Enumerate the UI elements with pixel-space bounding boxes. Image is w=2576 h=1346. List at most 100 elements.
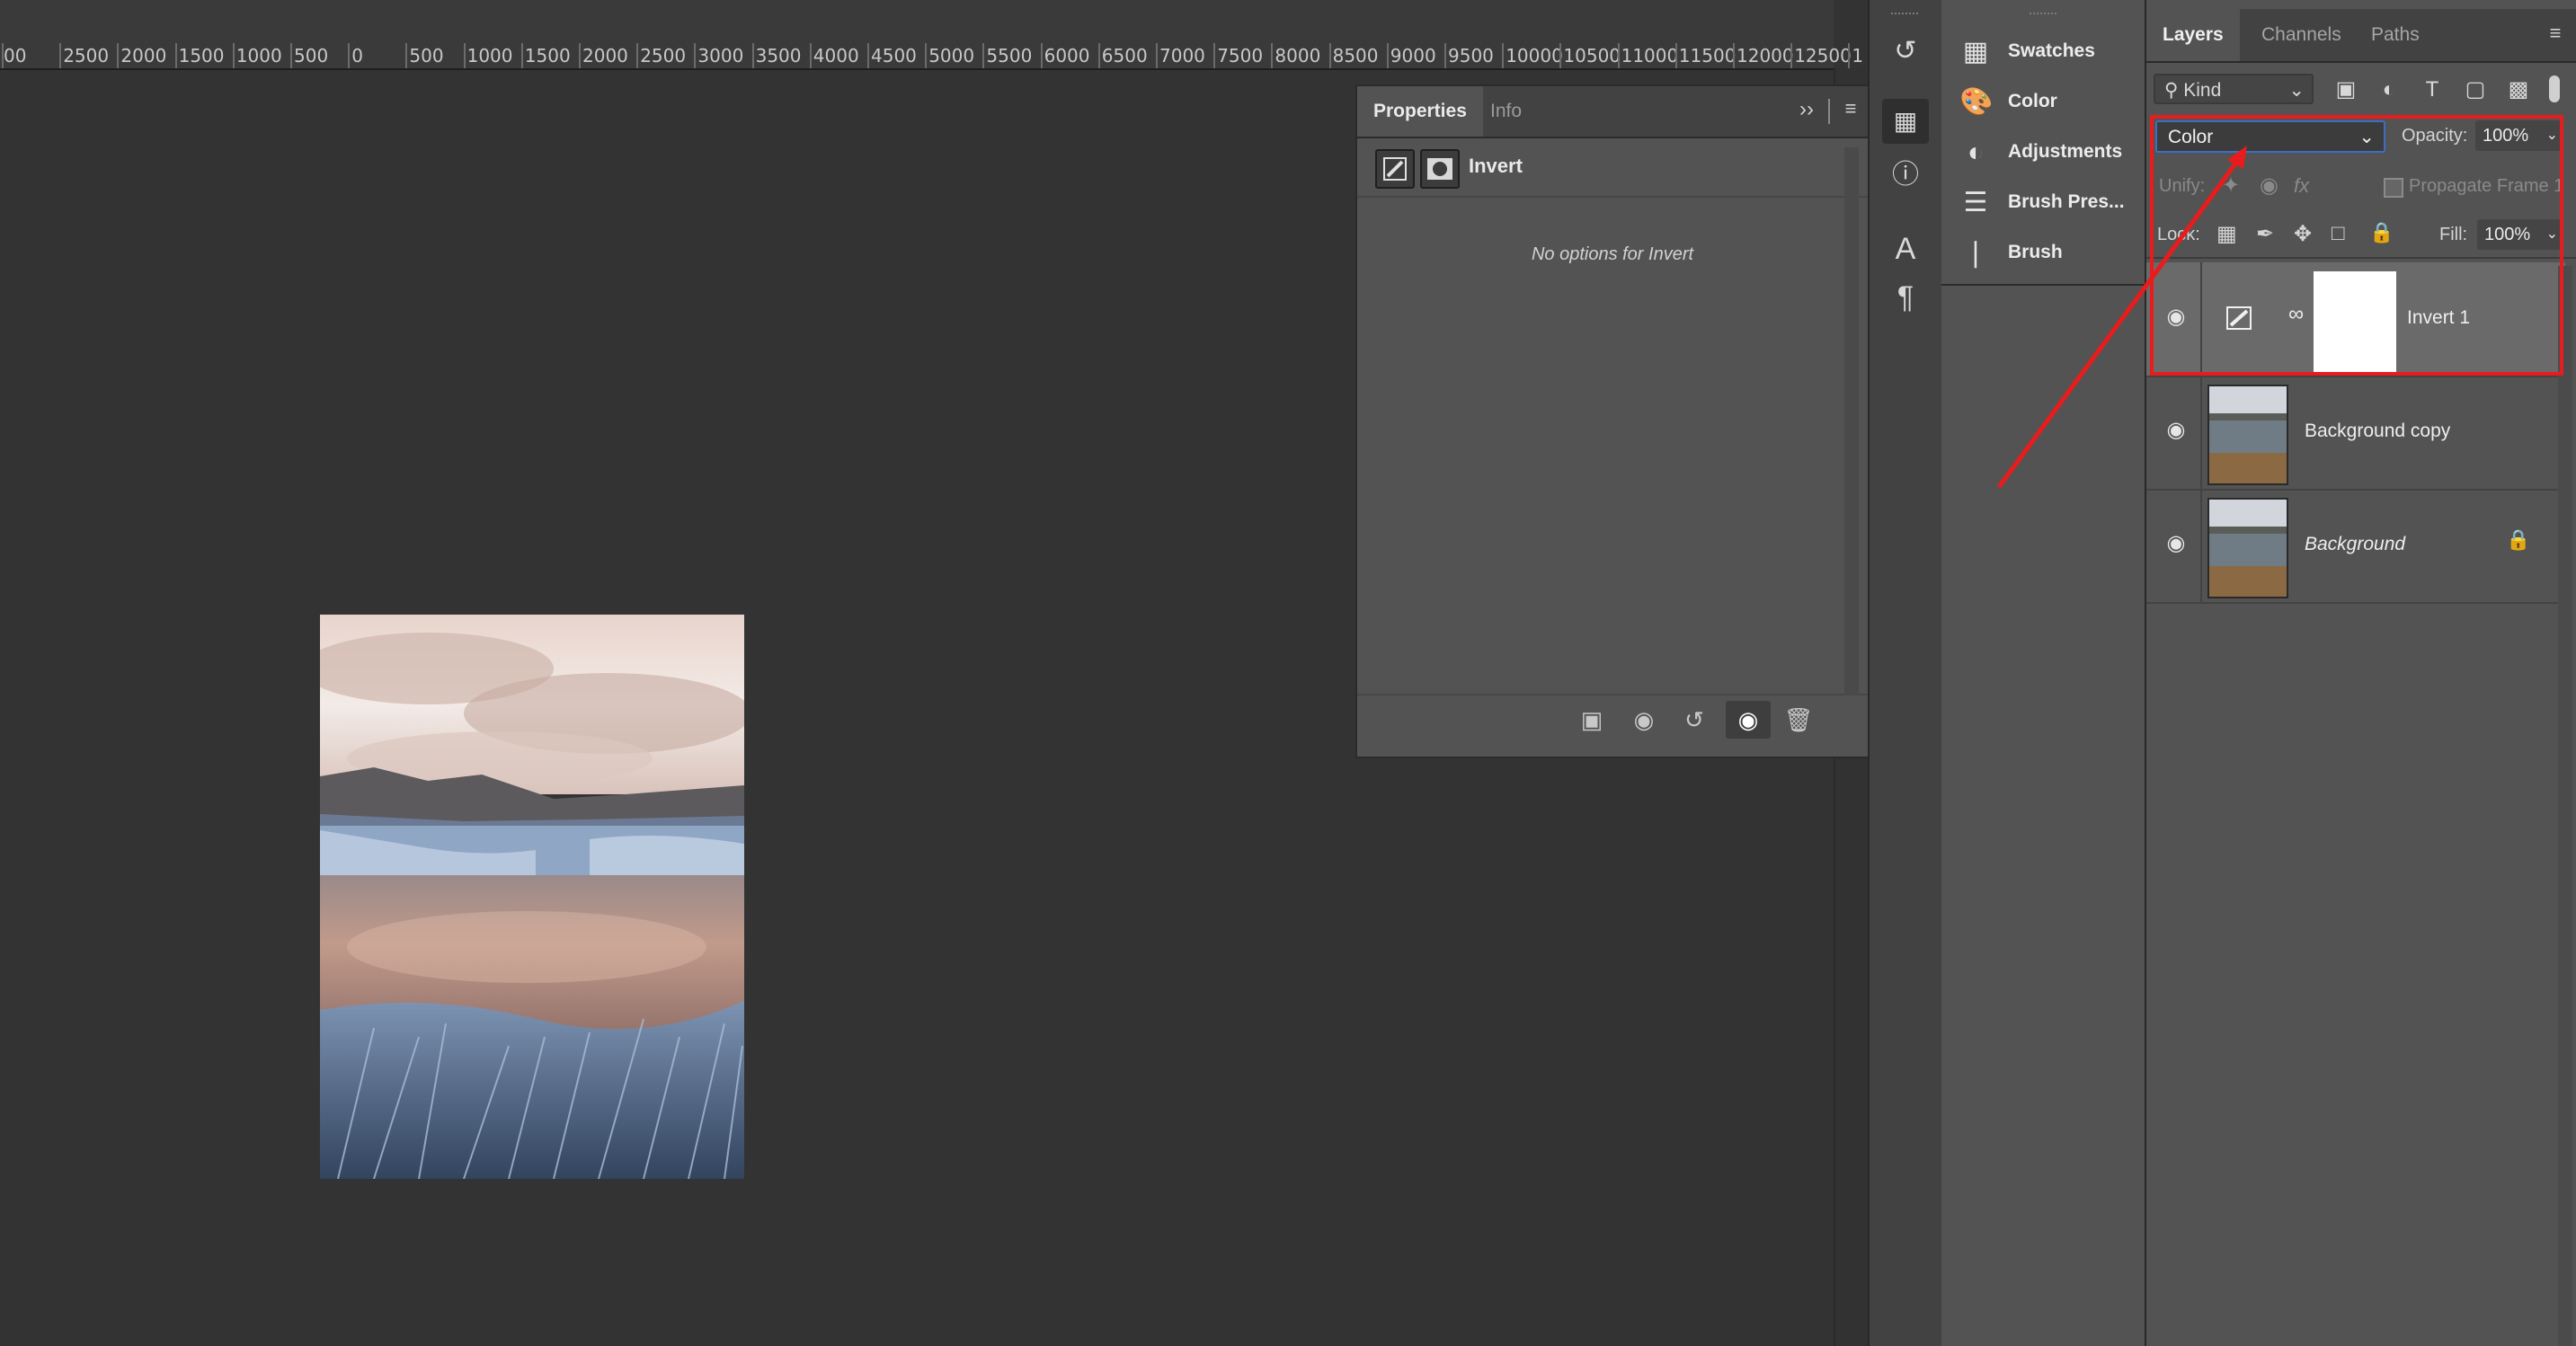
properties-footer: ▣ ◉ ↺ ◉ 🗑 <box>1357 694 1868 746</box>
ruler-tick <box>636 43 639 68</box>
ruler-tick <box>1502 43 1505 68</box>
panel-item-swatches[interactable]: ▦ Swatches <box>1941 27 2145 77</box>
panel-dock-strip: ↺ ▦ ⓘ A ¶ <box>1868 0 1943 1346</box>
horizontal-ruler: 00 2500 2000 1500 1000 500 0 500 1000 1500 2000 250… <box>0 0 1863 70</box>
ruler-tick <box>117 43 120 68</box>
ruler-tick <box>290 43 292 68</box>
tab-channels[interactable]: Channels <box>2245 9 2358 61</box>
ruler-tick <box>463 43 466 68</box>
pixel-filter-icon[interactable]: ▣ <box>2332 75 2360 104</box>
ruler-tick <box>1156 43 1158 68</box>
view-previous-state-icon[interactable]: ◉ <box>1621 701 1666 739</box>
layer-row-background[interactable]: ◉ Background 🔒 <box>2146 489 2565 604</box>
invert-adjustment-icon[interactable] <box>1375 149 1415 189</box>
ruler-tick <box>1790 43 1793 68</box>
ruler-tick <box>1733 43 1735 68</box>
hamburger-icon[interactable]: ≡ <box>2542 22 2569 49</box>
ruler-label: 6500 <box>1101 45 1148 66</box>
ruler-tick <box>1213 43 1216 68</box>
ruler-label: 1 <box>1852 45 1864 66</box>
panel-item-color[interactable]: 🎨 Color <box>1941 77 2145 128</box>
ruler-label: 1500 <box>178 45 225 66</box>
ruler-label: 10500 <box>1563 45 1621 66</box>
hamburger-icon[interactable]: ≡ <box>1837 97 1864 126</box>
ruler-tick <box>1097 43 1100 68</box>
ruler-label: 3000 <box>697 45 744 66</box>
layer-filter-row: ⚲ Kind ⌄ ▣ ◐ T ▢ ▩ <box>2146 70 2576 110</box>
tab-paths[interactable]: Paths <box>2355 9 2436 61</box>
ruler-tick <box>1040 43 1043 68</box>
ruler-label: 00 <box>4 45 27 66</box>
visibility-eye-icon[interactable]: ◉ <box>2163 530 2190 557</box>
ruler-label: 500 <box>409 45 444 66</box>
layer-name[interactable]: Background copy <box>2305 421 2450 442</box>
ruler-label: 2500 <box>63 45 110 66</box>
ruler-tick <box>1444 43 1446 68</box>
ruler-tick <box>867 43 869 68</box>
properties-header: Invert <box>1357 138 1868 198</box>
ruler-label: 9500 <box>1448 45 1494 66</box>
ruler-label: 8000 <box>1275 45 1321 66</box>
panel-item-label: Color <box>2008 91 2057 111</box>
panel-group-grip[interactable] <box>2030 13 2056 20</box>
layer-thumbnail[interactable] <box>2207 498 2288 598</box>
adjustment-filter-icon[interactable]: ◐ <box>2375 75 2403 104</box>
type-filter-icon[interactable]: T <box>2418 75 2447 104</box>
ruler-label: 2000 <box>120 45 167 66</box>
paragraph-icon[interactable]: ¶ <box>1882 275 1929 320</box>
ruler-tick <box>1559 43 1562 68</box>
dock-grip[interactable] <box>1891 13 1918 20</box>
ruler-tick <box>1617 43 1620 68</box>
kind-label: Kind <box>2183 80 2222 101</box>
ruler-tick <box>809 43 812 68</box>
ruler-label: 5000 <box>928 45 975 66</box>
ruler-tick <box>232 43 235 68</box>
ruler-tick <box>405 43 408 68</box>
properties-icon[interactable]: ▦ <box>1882 99 1929 144</box>
clip-to-layer-icon[interactable]: ▣ <box>1569 701 1614 739</box>
properties-scrollbar[interactable] <box>1844 147 1859 695</box>
smart-object-filter-icon[interactable]: ▩ <box>2504 75 2533 104</box>
ruler-label: 10000 <box>1506 45 1563 66</box>
layers-scrollbar[interactable] <box>2558 266 2572 1346</box>
layer-mask-icon[interactable] <box>1420 149 1460 189</box>
ruler-label: 1500 <box>524 45 571 66</box>
double-chevron-icon[interactable]: ›› <box>1792 97 1821 126</box>
ruler-label: 11500 <box>1678 45 1737 66</box>
ruler-label: 4000 <box>813 45 859 66</box>
filter-toggle[interactable] <box>2549 75 2560 102</box>
visibility-eye-icon[interactable]: ◉ <box>1726 701 1771 739</box>
info-icon[interactable]: ⓘ <box>1882 153 1929 198</box>
tab-info[interactable]: Info <box>1474 86 1538 137</box>
ruler-label: 9000 <box>1390 45 1436 66</box>
ruler-label: 5500 <box>986 45 1033 66</box>
history-icon[interactable]: ↺ <box>1882 29 1929 74</box>
layer-name[interactable]: Background <box>2305 534 2405 555</box>
tab-bar-divider <box>1828 99 1830 124</box>
document-canvas-image[interactable] <box>320 615 744 1179</box>
properties-empty-message: No options for Invert <box>1531 244 1694 264</box>
properties-panel: Properties Info ›› ≡ Invert No options f… <box>1355 84 1870 758</box>
chevron-down-icon: ⌄ <box>2288 80 2305 101</box>
ruler-label: 500 <box>294 45 329 66</box>
ruler-label: 12500 <box>1794 45 1852 66</box>
reset-icon[interactable]: ↺ <box>1672 701 1717 739</box>
ruler-label: 2000 <box>582 45 628 66</box>
panel-item-label: Swatches <box>2008 40 2095 61</box>
search-icon: ⚲ <box>2164 80 2179 101</box>
ruler-tick <box>59 43 62 68</box>
ruler-tick <box>1848 43 1851 68</box>
ruler-tick <box>579 43 581 68</box>
ruler-tick <box>1386 43 1389 68</box>
ruler-label: 1000 <box>235 45 282 66</box>
delete-icon[interactable]: 🗑 <box>1776 701 1821 739</box>
shape-filter-icon[interactable]: ▢ <box>2461 75 2490 104</box>
ruler-label: 4500 <box>871 45 917 66</box>
layer-kind-select[interactable]: ⚲ Kind ⌄ <box>2154 74 2314 104</box>
character-icon[interactable]: A <box>1882 226 1929 271</box>
tab-properties[interactable]: Properties <box>1357 86 1483 137</box>
ruler-label: 7500 <box>1217 45 1264 66</box>
ruler-tick <box>694 43 697 68</box>
annotation-arrow <box>1996 146 2247 489</box>
tab-layers[interactable]: Layers <box>2146 9 2240 61</box>
